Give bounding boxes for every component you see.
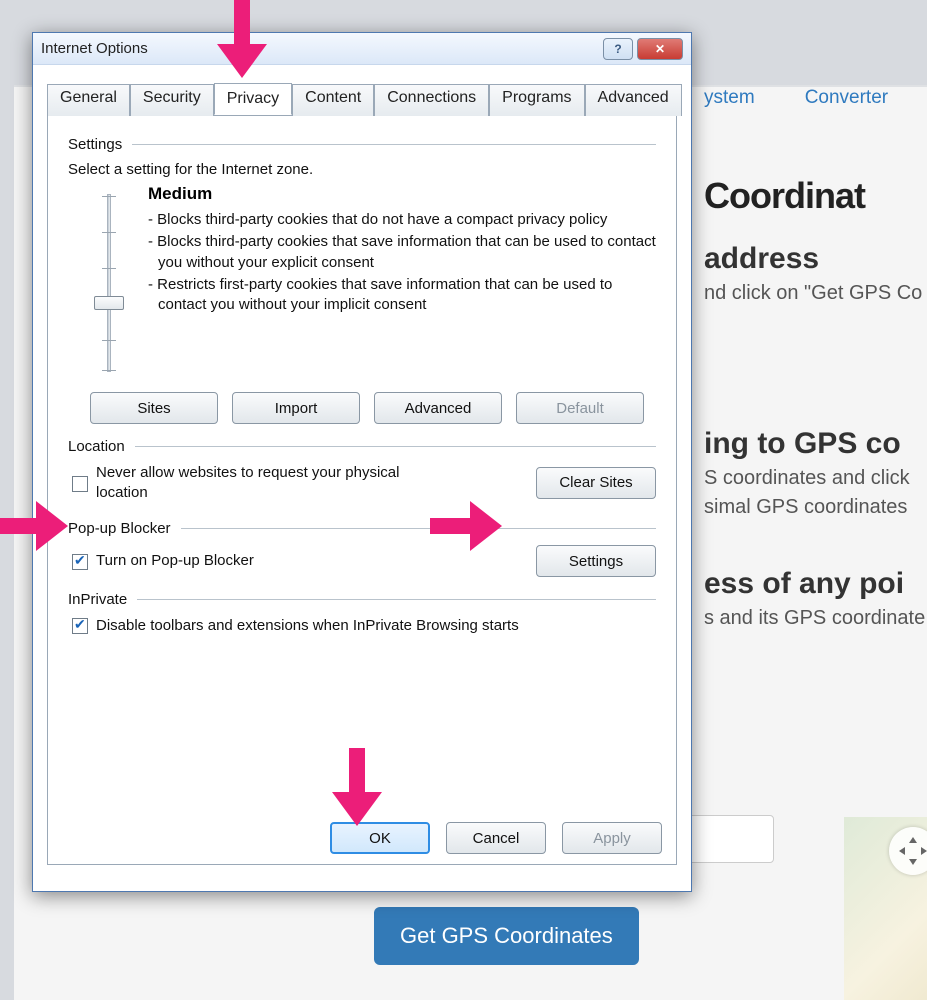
group-location-label: Location [68, 438, 125, 455]
bullet-2: - Restricts first-party cookies that sav… [148, 275, 656, 316]
group-settings: Settings [68, 136, 656, 153]
clear-sites-button[interactable]: Clear Sites [536, 467, 656, 499]
ok-button[interactable]: OK [330, 822, 430, 854]
tab-panel-privacy: Settings Select a setting for the Intern… [47, 115, 677, 865]
bullet-1: - Blocks third-party cookies that save i… [148, 232, 656, 273]
map-pan-control[interactable] [889, 827, 927, 875]
group-popup: Pop-up Blocker [68, 520, 656, 537]
tab-row: General Security Privacy Content Connect… [47, 83, 677, 115]
background-nav: ystem Converter [704, 87, 888, 109]
cancel-button[interactable]: Cancel [446, 822, 546, 854]
sites-button[interactable]: Sites [90, 392, 218, 424]
close-icon: ✕ [655, 42, 665, 56]
dialog-internet-options: Internet Options ? ✕ General Security Pr… [32, 32, 692, 892]
tab-privacy[interactable]: Privacy [214, 83, 292, 115]
dialog-footer: OK Cancel Apply [330, 822, 662, 854]
tab-programs[interactable]: Programs [489, 84, 584, 116]
advanced-button[interactable]: Advanced [374, 392, 502, 424]
never-allow-label: Never allow websites to request your phy… [96, 463, 426, 502]
privacy-level-slider[interactable] [90, 188, 130, 378]
dialog-title: Internet Options [41, 40, 599, 57]
bg-p-address: nd click on "Get GPS Co [704, 282, 922, 305]
tab-advanced[interactable]: Advanced [585, 84, 682, 116]
help-icon: ? [614, 42, 621, 56]
titlebar: Internet Options ? ✕ [33, 33, 691, 65]
privacy-level-name: Medium [148, 184, 656, 204]
bg-map [844, 817, 927, 1000]
import-button[interactable]: Import [232, 392, 360, 424]
bg-p-to-1: S coordinates and click [704, 467, 910, 490]
page-title: Coordinat [704, 175, 865, 217]
group-location: Location [68, 438, 656, 455]
popup-blocker-label: Turn on Pop-up Blocker [96, 551, 254, 571]
inprivate-disable-label: Disable toolbars and extensions when InP… [96, 616, 519, 636]
tab-security[interactable]: Security [130, 84, 214, 116]
bg-h-address: address [704, 242, 922, 276]
group-inprivate-label: InPrivate [68, 591, 127, 608]
popup-blocker-checkbox[interactable] [72, 554, 88, 570]
bg-h-to: ing to GPS co [704, 427, 910, 461]
popup-settings-button[interactable]: Settings [536, 545, 656, 577]
group-settings-label: Settings [68, 136, 122, 153]
settings-instruction: Select a setting for the Internet zone. [68, 161, 656, 178]
group-inprivate: InPrivate [68, 591, 656, 608]
group-popup-label: Pop-up Blocker [68, 520, 171, 537]
get-gps-button[interactable]: Get GPS Coordinates [374, 907, 639, 965]
bullet-0: - Blocks third-party cookies that do not… [148, 210, 656, 230]
bg-p-to-2: simal GPS coordinates [704, 496, 910, 519]
tab-connections[interactable]: Connections [374, 84, 489, 116]
privacy-level-description: Medium - Blocks third-party cookies that… [148, 184, 656, 378]
apply-button: Apply [562, 822, 662, 854]
bg-h-any: ess of any poi [704, 567, 925, 601]
help-button[interactable]: ? [603, 38, 633, 60]
nav-system[interactable]: ystem [704, 87, 755, 109]
default-button: Default [516, 392, 644, 424]
bg-p-any: s and its GPS coordinate [704, 607, 925, 630]
never-allow-checkbox[interactable] [72, 476, 88, 492]
close-button[interactable]: ✕ [637, 38, 683, 60]
nav-converter[interactable]: Converter [805, 87, 888, 109]
tab-content[interactable]: Content [292, 84, 374, 116]
inprivate-disable-checkbox[interactable] [72, 618, 88, 634]
tab-general[interactable]: General [47, 84, 130, 116]
